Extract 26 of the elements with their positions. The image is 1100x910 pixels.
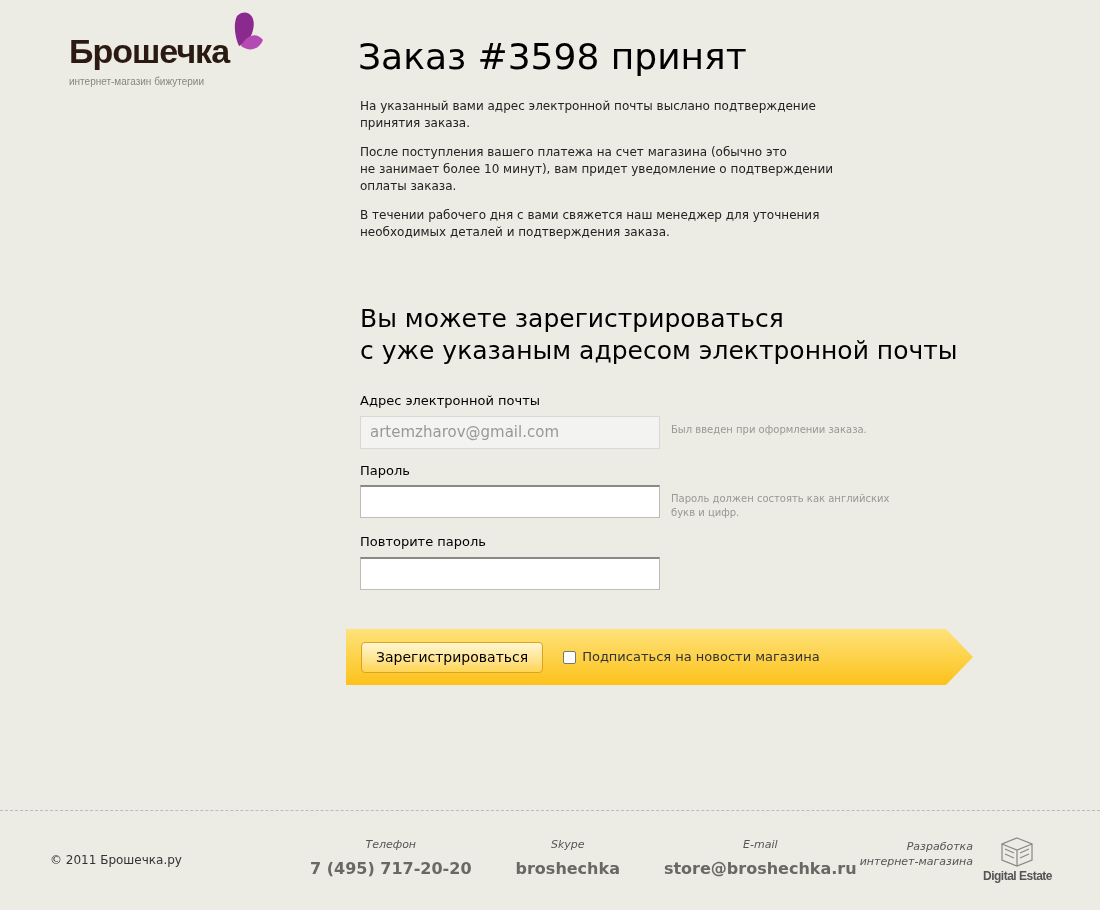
contact-value: broshechka [515, 857, 620, 880]
password-field[interactable] [360, 485, 660, 518]
contact-label: Skype [550, 837, 585, 853]
info-paragraph: На указанный вами адрес электронной почты выслано подтверждение принятия заказа. [360, 98, 817, 132]
logo-tagline: интернет-магазин бижутерии [69, 75, 206, 89]
info-paragraph: После поступления вашего платежа на счет магазина (обычно это не занимает более 10 минут), вам придет уведомление о подтверждении оплаты заказа. [360, 144, 834, 195]
field-label: Пароль [360, 461, 411, 480]
register-heading: Вы можете зарегистрироваться с уже указаным адресом электронной почты [360, 303, 959, 367]
developer-logo-text[interactable]: Digital Estate [982, 867, 1052, 885]
cube-icon [1001, 837, 1034, 867]
field-label: Адрес электронной почты [360, 392, 541, 410]
logo-wordmark[interactable]: Брошечка [69, 30, 230, 72]
copyright-text: © 2011 Брошечка.ру [50, 852, 183, 869]
field-hint: Пароль должен состоять как английских букв и цифр. [671, 492, 890, 520]
contact-value: 7 (495) 717-20-20 [310, 857, 472, 880]
contact-label: Телефон [365, 837, 417, 853]
developer-caption: Разработка интернет-магазина [859, 839, 973, 869]
subscribe-label: Подписаться на новости магазина [582, 648, 820, 667]
register-button[interactable]: Зарегистрироваться [361, 641, 544, 673]
contact-label: E-mail [743, 837, 778, 853]
contact-value: store@broshechka.ru [663, 857, 857, 880]
field-hint: Был введен при оформлении заказа. [671, 422, 867, 437]
field-label: Повторите пароль [360, 533, 487, 551]
page-title: Заказ #3598 принят [358, 35, 748, 79]
info-paragraph: В течении рабочего дня с вами свяжется наш менеджер для уточнения необходимых деталей и подтверждения заказа. [360, 207, 821, 241]
password-field[interactable] [360, 556, 660, 590]
